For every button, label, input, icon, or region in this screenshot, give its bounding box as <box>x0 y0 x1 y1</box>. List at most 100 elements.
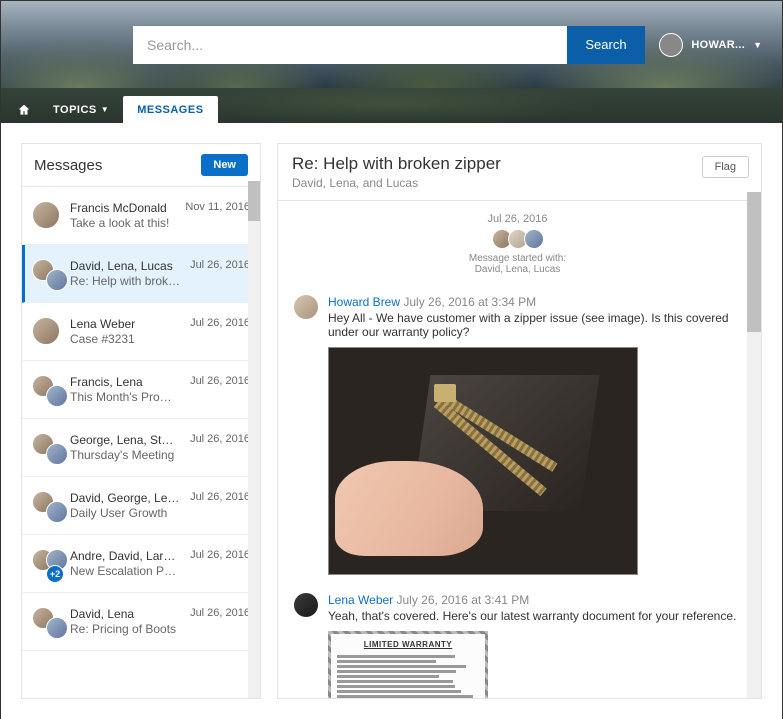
avatar-stack-icon <box>32 433 60 461</box>
avatar-stack-icon: +2 <box>32 549 60 577</box>
conversation-item[interactable]: +2 Andre, David, Lara, Le...New Escalatio… <box>22 535 260 593</box>
search-button[interactable]: Search <box>567 26 645 64</box>
scroll-thumb[interactable] <box>248 181 260 221</box>
conversation-date: Jul 26, 2016 <box>190 317 250 346</box>
conversations-panel: Messages New Francis McDonaldTake a look… <box>21 143 261 699</box>
conversation-subject: Case #3231 <box>70 332 180 346</box>
conversation-names: Lena Weber <box>70 317 180 331</box>
conversation-names: David, Lena, Lucas <box>70 259 180 273</box>
message: Howard Brew July 26, 2016 at 3:34 PM Hey … <box>294 295 741 575</box>
conversations-header: Messages New <box>22 144 260 187</box>
nav-tabs: TOPICS ▼ MESSAGES <box>1 88 782 123</box>
conversation-names: Francis McDonald <box>70 201 175 215</box>
conversation-text: David, George, LenaDaily User Growth <box>70 491 180 520</box>
thread-title: Re: Help with broken zipper <box>292 154 747 174</box>
message-body: Hey All - We have customer with a zipper… <box>328 311 741 339</box>
conversation-text: David, LenaRe: Pricing of Boots <box>70 607 180 636</box>
conversations-title: Messages <box>34 157 102 174</box>
message-author: Howard Brew <box>328 295 400 309</box>
tab-messages[interactable]: MESSAGES <box>123 96 217 123</box>
thread-panel: Re: Help with broken zipper David, Lena,… <box>277 143 762 699</box>
user-menu[interactable]: HOWAR... ▼ <box>659 33 762 57</box>
intro-label: Message started with: <box>294 253 741 264</box>
avatar-stack-icon <box>32 491 60 519</box>
conversation-date: Jul 26, 2016 <box>190 375 250 404</box>
conversation-item[interactable]: David, George, LenaDaily User Growth Jul … <box>22 477 260 535</box>
conversation-names: David, George, Lena <box>70 491 180 505</box>
thread-participants: David, Lena, and Lucas <box>292 176 747 190</box>
tab-topics-label: TOPICS <box>53 104 97 116</box>
conversation-names: George, Lena, Steven <box>70 433 180 447</box>
conversation-item[interactable]: David, LenaRe: Pricing of Boots Jul 26, 2… <box>22 593 260 651</box>
message-content: Howard Brew July 26, 2016 at 3:34 PM Hey … <box>328 295 741 575</box>
avatar-stack-icon <box>32 607 60 635</box>
intro-names: David, Lena, Lucas <box>294 264 741 275</box>
tab-topics[interactable]: TOPICS ▼ <box>39 96 123 123</box>
conversation-text: George, Lena, StevenThursday's Meeting <box>70 433 180 462</box>
user-avatar-icon <box>659 33 683 57</box>
conversation-item[interactable]: Lena WeberCase #3231 Jul 26, 2016 <box>22 303 260 361</box>
conversation-subject: New Escalation Policy <box>70 564 180 578</box>
conversation-names: David, Lena <box>70 607 180 621</box>
message-author: Lena Weber <box>328 593 393 607</box>
conversation-item[interactable]: Francis, LenaThis Month's Promotio... Jul… <box>22 361 260 419</box>
conversation-subject: Re: Pricing of Boots <box>70 622 180 636</box>
message-content: Lena Weber July 26, 2016 at 3:41 PM Yeah,… <box>328 593 741 698</box>
search-input[interactable] <box>133 26 567 64</box>
conversation-subject: Take a look at this! <box>70 216 175 230</box>
conversation-date: Jul 26, 2016 <box>190 259 250 288</box>
conversation-text: Francis, LenaThis Month's Promotio... <box>70 375 180 404</box>
intro-avatars <box>294 229 741 249</box>
search-wrap: Search <box>133 26 645 64</box>
message-avatar-icon <box>294 593 318 617</box>
conversation-subject: This Month's Promotio... <box>70 390 180 404</box>
home-tab[interactable] <box>9 96 39 123</box>
scrollbar[interactable] <box>747 192 761 698</box>
conversation-date: Jul 26, 2016 <box>190 433 250 462</box>
tab-messages-label: MESSAGES <box>137 104 203 116</box>
attachment-image[interactable] <box>328 347 638 575</box>
conversation-item[interactable]: David, Lena, LucasRe: Help with broken z… <box>22 245 260 303</box>
conversation-date: Jul 26, 2016 <box>190 549 250 578</box>
attachment-document[interactable]: LIMITED WARRANTY <box>328 631 488 698</box>
avatar-icon <box>32 201 60 229</box>
scrollbar[interactable] <box>248 181 260 698</box>
scroll-thumb[interactable] <box>747 192 761 332</box>
thread-body[interactable]: Jul 26, 2016 Message started with: David… <box>278 201 761 698</box>
thread-header: Re: Help with broken zipper David, Lena,… <box>278 144 761 201</box>
conversation-subject: Daily User Growth <box>70 506 180 520</box>
message-time: July 26, 2016 at 3:41 PM <box>397 593 530 607</box>
conversation-item[interactable]: George, Lena, StevenThursday's Meeting Ju… <box>22 419 260 477</box>
conversation-names: Andre, David, Lara, Le... <box>70 549 180 563</box>
chevron-down-icon: ▼ <box>101 105 109 114</box>
conversation-date: Nov 11, 2016 <box>185 201 250 230</box>
message-body: Yeah, that's covered. Here's our latest … <box>328 609 741 623</box>
message-avatar-icon <box>294 295 318 319</box>
main-content: Messages New Francis McDonaldTake a look… <box>1 123 782 719</box>
avatar-icon <box>32 317 60 345</box>
conversation-date: Jul 26, 2016 <box>190 491 250 520</box>
conversation-item[interactable]: Francis McDonaldTake a look at this! Nov … <box>22 187 260 245</box>
conversation-text: Lena WeberCase #3231 <box>70 317 180 346</box>
doc-title: LIMITED WARRANTY <box>337 640 479 649</box>
participant-avatar-icon <box>524 229 544 249</box>
conversation-names: Francis, Lena <box>70 375 180 389</box>
conversation-subject: Thursday's Meeting <box>70 448 180 462</box>
conversations-list[interactable]: Francis McDonaldTake a look at this! Nov … <box>22 187 260 698</box>
home-icon <box>17 103 31 117</box>
new-message-button[interactable]: New <box>201 154 248 176</box>
conversation-text: Francis McDonaldTake a look at this! <box>70 201 175 230</box>
message-meta: Howard Brew July 26, 2016 at 3:34 PM <box>328 295 741 309</box>
message-time: July 26, 2016 at 3:34 PM <box>403 295 536 309</box>
avatar-stack-icon <box>32 375 60 403</box>
conversation-date: Jul 26, 2016 <box>190 607 250 636</box>
message: Lena Weber July 26, 2016 at 3:41 PM Yeah,… <box>294 593 741 698</box>
thread-intro: Jul 26, 2016 Message started with: David… <box>294 213 741 275</box>
message-meta: Lena Weber July 26, 2016 at 3:41 PM <box>328 593 741 607</box>
intro-date: Jul 26, 2016 <box>294 213 741 225</box>
avatar-stack-icon <box>32 259 60 287</box>
flag-button[interactable]: Flag <box>702 156 749 178</box>
conversation-subject: Re: Help with broken z... <box>70 274 180 288</box>
doc-body <box>337 655 479 698</box>
user-name-label: HOWAR... <box>691 39 745 51</box>
